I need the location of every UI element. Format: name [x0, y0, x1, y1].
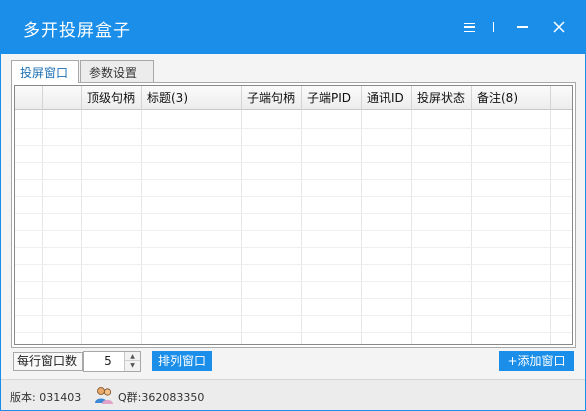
- table-header: 顶级句柄 标题(3) 子端句柄 子端PID 通讯ID 投屏状态 备注(8): [15, 86, 572, 110]
- per-row-value[interactable]: 5: [90, 352, 126, 371]
- row-divider: [15, 128, 572, 129]
- column-header-cast-status[interactable]: 投屏状态: [412, 86, 472, 110]
- qq-group-label: Q群:362083350: [118, 391, 205, 404]
- users-icon[interactable]: [94, 385, 114, 405]
- stepper-down-icon[interactable]: ▼: [125, 361, 140, 370]
- row-divider: [15, 332, 572, 333]
- row-divider: [15, 162, 572, 163]
- version-label: 版本: 031403: [10, 391, 82, 404]
- row-divider: [15, 264, 572, 265]
- per-row-label: 每行窗口数: [13, 352, 83, 371]
- column-header-child-handle[interactable]: 子端句柄: [242, 86, 302, 110]
- minimize-button[interactable]: [509, 14, 535, 40]
- status-bar: 版本: 031403 Q群:362083350: [1, 379, 585, 410]
- row-divider: [15, 145, 572, 146]
- close-icon: [553, 21, 565, 33]
- column-header-check[interactable]: [15, 86, 43, 110]
- tab-panel: 顶级句柄 标题(3) 子端句柄 子端PID 通讯ID 投屏状态 备注(8): [11, 82, 576, 348]
- separator-line: [492, 22, 494, 32]
- column-header-top-handle[interactable]: 顶级句柄: [82, 86, 142, 110]
- row-divider: [15, 315, 572, 316]
- add-window-button[interactable]: +添加窗口: [499, 351, 574, 371]
- row-divider: [15, 196, 572, 197]
- titlebar-separator: [483, 14, 503, 40]
- tab-settings[interactable]: 参数设置: [80, 60, 154, 82]
- per-row-stepper[interactable]: 5 ▲ ▼: [83, 351, 141, 372]
- column-header-child-pid[interactable]: 子端PID: [302, 86, 362, 110]
- row-divider: [15, 247, 572, 248]
- column-header-remarks[interactable]: 备注(8): [472, 86, 551, 110]
- row-divider: [15, 213, 572, 214]
- row-divider: [15, 179, 572, 180]
- column-header-title[interactable]: 标题(3): [142, 86, 242, 110]
- title-bar: 多开投屏盒子: [1, 1, 585, 54]
- stepper-up-icon[interactable]: ▲: [125, 352, 140, 361]
- row-divider: [15, 230, 572, 231]
- column-header-filler: [551, 86, 572, 110]
- arrange-windows-button[interactable]: 排列窗口: [152, 351, 212, 371]
- bottom-toolbar: 每行窗口数 5 ▲ ▼ 排列窗口 +添加窗口: [1, 348, 585, 376]
- minimize-icon: [516, 26, 528, 28]
- stepper-buttons: ▲ ▼: [124, 352, 140, 371]
- window-title: 多开投屏盒子: [23, 21, 131, 41]
- column-header-comm-id[interactable]: 通讯ID: [362, 86, 412, 110]
- app-window: 多开投屏盒子 投屏窗口 参数设置 顶级句柄 标题(3) 子端句柄 子端PID 通…: [0, 0, 586, 411]
- window-table[interactable]: 顶级句柄 标题(3) 子端句柄 子端PID 通讯ID 投屏状态 备注(8): [14, 85, 573, 345]
- column-header-index[interactable]: [43, 86, 82, 110]
- row-divider: [15, 281, 572, 282]
- hamburger-icon: [463, 22, 475, 32]
- close-button[interactable]: [546, 14, 572, 40]
- row-divider: [15, 298, 572, 299]
- menu-button[interactable]: [456, 14, 482, 40]
- tab-screen-windows[interactable]: 投屏窗口: [11, 60, 79, 83]
